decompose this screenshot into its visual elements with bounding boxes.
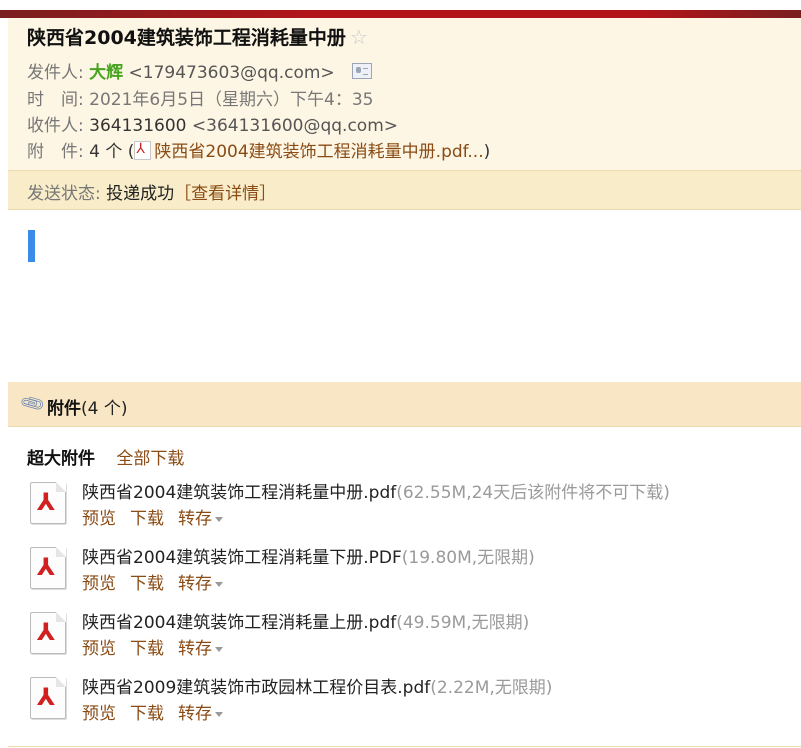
caret-down-icon [215,711,223,717]
preview-link[interactable]: 预览 [82,574,116,594]
attachments-count: 4 个 ( [89,142,135,162]
attachment-meta: (49.59M,无限期) [396,613,530,633]
attachment-name[interactable]: 陕西省2004建筑装饰工程消耗量下册.PDF(19.80M,无限期) [82,543,535,568]
attachment-actions: 预览 下载 转存 [82,634,237,659]
time-label: 时 间: [27,90,84,110]
subject-text: 陕西省2004建筑装饰工程消耗量中册 [27,27,346,49]
text-cursor [28,230,35,262]
pdf-file-icon [134,140,152,160]
pdf-file-icon[interactable]: ⅄ [30,547,66,589]
pdf-file-icon[interactable]: ⅄ [30,612,66,654]
status-row: 发送状态: 投递成功［查看详情］ [27,179,276,204]
first-attachment-link[interactable]: 陕西省2004建筑装饰工程消耗量中册.pdf... [154,142,483,162]
attachment-item: ⅄ 陕西省2004建筑装饰工程消耗量上册.pdf(49.59M,无限期) 预览下… [27,608,787,664]
big-attachment-label: 超大附件 [27,449,95,469]
delivery-status-bar: 发送状态: 投递成功［查看详情］ [8,170,801,209]
attachment-meta: (2.22M,无限期) [430,678,553,698]
attachments-header: 📎︎ 附件(4 个) [8,382,801,427]
attachment-item: ⅄ 陕西省2009建筑装饰市政园林工程价目表.pdf(2.22M,无限期) 预览… [27,673,787,729]
attachment-meta: (19.80M,无限期) [401,548,535,568]
attachments-title: 附件(4 个) [47,394,127,419]
email-subject: 陕西省2004建筑装饰工程消耗量中册 ☆ [27,23,368,50]
sender-name[interactable]: 大辉 [89,63,123,83]
caret-down-icon [215,516,223,522]
email-header: 陕西省2004建筑装饰工程消耗量中册 ☆ 发件人: 大辉 <179473603@q… [8,18,801,210]
pdf-file-icon[interactable]: ⅄ [30,677,66,719]
attachments-row: 附 件: 4 个 ( 陕西省2004建筑装饰工程消耗量中册.pdf...) [27,137,490,162]
download-link[interactable]: 下载 [130,574,164,594]
status-value: 投递成功 [106,184,175,204]
to-row: 收件人: 364131600 <364131600@qq.com> [27,111,398,136]
download-link[interactable]: 下载 [130,704,164,724]
attachment-meta: (62.55M,24天后该附件将不可下载) [396,483,670,503]
download-all-link[interactable]: 全部下载 [116,449,184,469]
star-icon[interactable]: ☆ [350,25,368,49]
preview-link[interactable]: 预览 [82,639,116,659]
top-red-strip [0,10,801,18]
save-to-dropdown[interactable]: 转存 [178,639,223,659]
paperclip-icon: 📎︎ [18,389,48,419]
time-row: 时 间: 2021年6月5日（星期六）下午4：35 [27,85,373,110]
caret-down-icon [215,581,223,587]
download-link[interactable]: 下载 [130,509,164,529]
recipient-name[interactable]: 364131600 [89,116,186,136]
view-details-link[interactable]: ［查看详情］ [174,184,276,204]
attachment-actions: 预览 下载 转存 [82,569,237,594]
from-label: 发件人: [27,63,84,83]
big-attachment-row: 超大附件 全部下载 [27,444,184,469]
download-link[interactable]: 下载 [130,639,164,659]
attachments-close: ) [483,142,491,162]
attachments-title-count: (4 个) [81,399,128,419]
attachments-label: 附 件: [27,142,84,162]
to-label: 收件人: [27,116,84,136]
attachment-actions: 预览 下载 转存 [82,504,237,529]
top-bar [0,0,801,18]
caret-down-icon [215,646,223,652]
attachments-section: 📎︎ 附件(4 个) 超大附件 全部下载 ⅄ 陕西省2004建筑装饰工程消耗量中… [8,382,801,747]
time-value: 2021年6月5日（星期六）下午4：35 [89,90,374,110]
preview-link[interactable]: 预览 [82,509,116,529]
attachment-name[interactable]: 陕西省2009建筑装饰市政园林工程价目表.pdf(2.22M,无限期) [82,673,552,698]
attachment-name[interactable]: 陕西省2004建筑装饰工程消耗量中册.pdf(62.55M,24天后该附件将不可… [82,478,670,503]
from-row: 发件人: 大辉 <179473603@qq.com> [27,58,373,83]
attachment-actions: 预览 下载 转存 [82,699,237,724]
attachment-item: ⅄ 陕西省2004建筑装饰工程消耗量中册.pdf(62.55M,24天后该附件将… [27,478,787,534]
save-to-dropdown[interactable]: 转存 [178,704,223,724]
preview-link[interactable]: 预览 [82,704,116,724]
attachment-name[interactable]: 陕西省2004建筑装饰工程消耗量上册.pdf(49.59M,无限期) [82,608,529,633]
sender-address[interactable]: <179473603@qq.com> [129,63,335,83]
status-label: 发送状态: [27,184,101,204]
save-to-dropdown[interactable]: 转存 [178,574,223,594]
save-to-dropdown[interactable]: 转存 [178,509,223,529]
attachments-title-text: 附件 [47,399,81,419]
pdf-file-icon[interactable]: ⅄ [30,482,66,524]
attachment-item: ⅄ 陕西省2004建筑装饰工程消耗量下册.PDF(19.80M,无限期) 预览下… [27,543,787,599]
contact-card-icon[interactable] [352,63,373,79]
recipient-address[interactable]: <364131600@qq.com> [192,116,398,136]
